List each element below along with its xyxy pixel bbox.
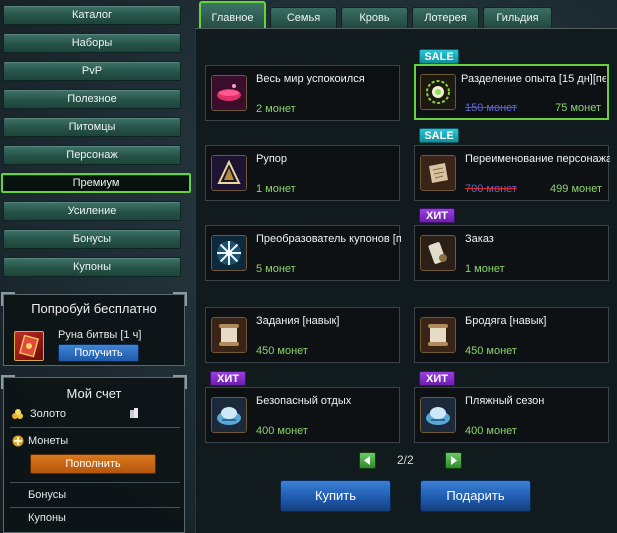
order-scroll-icon [420, 235, 456, 271]
tab-main[interactable]: Главное [199, 1, 266, 29]
shop-item[interactable]: Безопасный отдых 400 монет [205, 387, 400, 443]
category-sets[interactable]: Наборы [3, 33, 181, 53]
category-character[interactable]: Персонаж [3, 145, 181, 165]
item-price: 5 монет [256, 263, 296, 275]
category-premium[interactable]: Премиум [1, 173, 191, 193]
shop-item[interactable]: Весь мир успокоился 2 монет [205, 65, 400, 121]
hit-badge: ХИТ [210, 371, 246, 386]
shop-item[interactable]: Заказ 1 монет [414, 225, 609, 281]
item-name: Переименование персонажа [465, 153, 610, 165]
category-catalog[interactable]: Каталог [3, 5, 181, 25]
item-name: Разделение опыта [15 дн][пе [461, 73, 606, 85]
topup-button[interactable]: Пополнить [30, 454, 156, 474]
category-bonuses[interactable]: Бонусы [3, 229, 181, 249]
next-page-button[interactable] [445, 452, 462, 469]
account-title: Мой счет [66, 386, 122, 401]
shop-item[interactable]: Задания [навык] 450 монет [205, 307, 400, 363]
shop-item[interactable]: Переименование персонажа 700 монет 499 м… [414, 145, 610, 201]
item-price: 499 монет [550, 183, 602, 195]
silver-icon [128, 408, 140, 423]
category-coupons[interactable]: Купоны [3, 257, 181, 277]
hit-badge: ХИТ [419, 371, 455, 386]
tab-lottery[interactable]: Лотерея [412, 7, 479, 28]
hit-badge: ХИТ [419, 208, 455, 223]
item-name: Заказ [465, 233, 494, 245]
item-price: 400 монет [465, 425, 517, 437]
item-name: Безопасный отдых [256, 395, 352, 407]
item-price: 450 монет [465, 345, 517, 357]
wanderer-scroll-icon [420, 317, 456, 353]
horn-icon [211, 155, 247, 191]
item-name: Задания [навык] [256, 315, 340, 327]
item-price: 1 монет [465, 263, 505, 275]
item-name: Бродяга [навык] [465, 315, 547, 327]
quest-scroll-icon [211, 317, 247, 353]
category-pvp[interactable]: PvP [3, 61, 181, 81]
crystal-icon [420, 397, 456, 433]
snowflake-icon [211, 235, 247, 271]
prev-page-button[interactable] [359, 452, 376, 469]
battle-rune-icon[interactable] [14, 331, 44, 361]
crystal-icon [211, 397, 247, 433]
lips-icon [211, 75, 247, 111]
old-price: 700 монет [465, 183, 517, 195]
gold-icon [12, 409, 24, 422]
coupons-label: Купоны [28, 512, 66, 524]
buy-button[interactable]: Купить [280, 480, 391, 512]
divider [10, 427, 180, 428]
category-useful[interactable]: Полезное [3, 89, 181, 109]
coins-icon [12, 435, 24, 450]
shop-item[interactable]: Преобразователь купонов [пе 5 монет [205, 225, 401, 281]
shop-item-selected[interactable]: Разделение опыта [15 дн][пе 150 монет 75… [414, 64, 609, 120]
divider [10, 507, 180, 508]
gold-label: Золото [30, 408, 66, 420]
tab-guild[interactable]: Гильдия [483, 7, 552, 28]
page-indicator: 2/2 [397, 453, 414, 467]
item-price: 2 монет [256, 103, 296, 115]
trial-title: Попробуй бесплатно [31, 301, 157, 316]
item-price: 450 монет [256, 345, 308, 357]
trial-item-name: Руна битвы [1 ч] [58, 329, 142, 341]
arrow-left-icon [364, 456, 370, 465]
item-name: Пляжный сезон [465, 395, 545, 407]
bonuses-label: Бонусы [28, 489, 67, 501]
item-price: 75 монет [555, 102, 601, 114]
item-name: Преобразователь купонов [пе [256, 233, 401, 245]
item-price: 1 монет [256, 183, 296, 195]
divider [10, 482, 180, 483]
shop-item[interactable]: Пляжный сезон 400 монет [414, 387, 609, 443]
shop-item[interactable]: Рупор 1 монет [205, 145, 400, 201]
shop-item[interactable]: Бродяга [навык] 450 монет [414, 307, 609, 363]
sale-badge: SALE [419, 49, 459, 64]
scroll-icon [420, 155, 456, 191]
coins-label: Монеты [28, 435, 69, 447]
category-pets[interactable]: Питомцы [3, 117, 181, 137]
trial-panel: Попробуй бесплатно Руна битвы [1 ч] Полу… [1, 292, 187, 366]
tab-family[interactable]: Семья [270, 7, 337, 28]
sale-badge: SALE [419, 128, 459, 143]
tab-blood[interactable]: Кровь [341, 7, 408, 28]
arrow-right-icon [451, 456, 457, 465]
exp-orb-icon [420, 74, 456, 110]
gift-button[interactable]: Подарить [420, 480, 531, 512]
category-boost[interactable]: Усиление [3, 201, 181, 221]
old-price: 150 монет [465, 102, 517, 114]
account-panel: Мой счет Золото Монеты Пополнить Бонусы … [1, 375, 187, 533]
item-name: Весь мир успокоился [256, 73, 365, 85]
item-name: Рупор [256, 153, 288, 165]
item-price: 400 монет [256, 425, 308, 437]
get-button[interactable]: Получить [58, 344, 139, 362]
